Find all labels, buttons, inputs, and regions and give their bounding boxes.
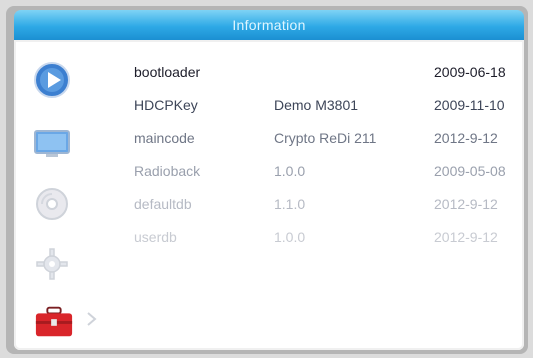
module-name: Radioback <box>134 163 201 179</box>
table-row: bootloader 2009-06-18 <box>134 58 524 91</box>
table-row: HDCPKey Demo M3801 2009-11-10 <box>134 91 524 124</box>
module-date: 2012-9-12 <box>434 229 498 245</box>
module-date: 2012-9-12 <box>434 196 498 212</box>
table-row: Radioback 1.0.0 2009-05-08 <box>134 157 524 190</box>
window-title: Information <box>232 17 306 33</box>
module-version: 1.0.0 <box>274 229 306 245</box>
module-name: defaultdb <box>134 196 192 212</box>
module-name: maincode <box>134 130 195 146</box>
info-panel: bootloader 2009-06-18 HDCPKey Demo M3801… <box>14 40 524 350</box>
module-date: 2009-06-18 <box>434 64 506 80</box>
module-name: userdb <box>134 229 177 245</box>
module-date: 2009-05-08 <box>434 163 506 179</box>
info-table: bootloader 2009-06-18 HDCPKey Demo M3801… <box>134 58 524 256</box>
monitor-icon[interactable] <box>32 124 72 164</box>
gear-icon[interactable] <box>32 244 72 284</box>
module-version: Crypto ReDi 211 <box>274 130 377 146</box>
table-row: userdb 1.0.0 2012-9-12 <box>134 223 524 256</box>
toolbox-icon[interactable] <box>34 302 74 342</box>
module-name: HDCPKey <box>134 97 198 113</box>
chevron-right-icon <box>87 312 97 326</box>
table-row: maincode Crypto ReDi 211 2012-9-12 <box>134 124 524 157</box>
window-title-bar: Information <box>14 10 524 40</box>
module-date: 2012-9-12 <box>434 130 498 146</box>
module-version: Demo M3801 <box>274 97 359 113</box>
module-version: 1.0.0 <box>274 163 306 179</box>
module-version: 1.1.0 <box>274 196 306 212</box>
sidebar-menu <box>14 40 124 350</box>
table-row: defaultdb 1.1.0 2012-9-12 <box>134 190 524 223</box>
module-date: 2009-11-10 <box>434 97 505 113</box>
disc-icon[interactable] <box>32 184 72 224</box>
play-icon[interactable] <box>32 60 72 100</box>
module-name: bootloader <box>134 64 201 80</box>
